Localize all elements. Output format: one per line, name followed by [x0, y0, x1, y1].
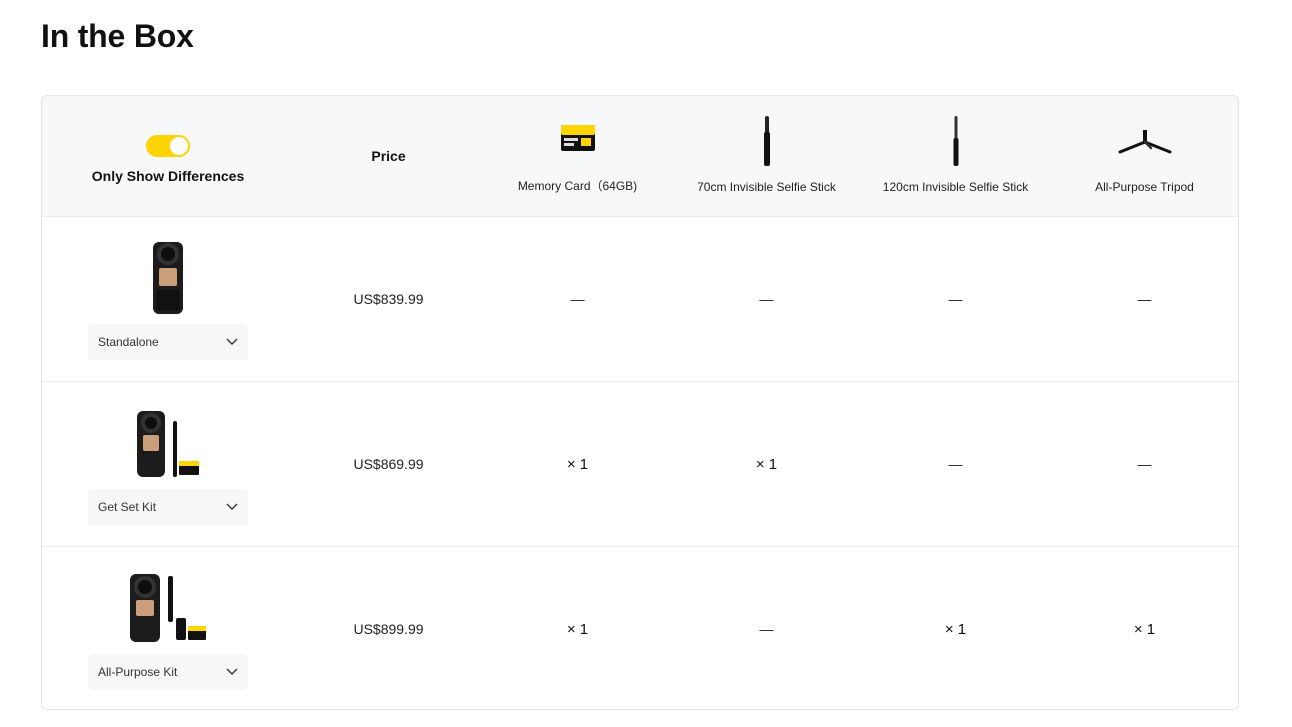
- price-header-cell: Price: [294, 96, 483, 216]
- toggle-label: Only Show Differences: [91, 167, 245, 184]
- product-label: 120cm Invisible Selfie Stick: [882, 180, 1029, 194]
- bundle-select-value: Get Set Kit: [98, 500, 157, 514]
- included-quantity: × 1: [755, 455, 778, 473]
- header-selfie-stick-70: 70cm Invisible Selfie Stick: [672, 96, 861, 216]
- header-memory-card: Memory Card（64GB): [483, 96, 672, 216]
- product-label: Memory Card（64GB): [517, 179, 638, 193]
- bundle-cell: All-Purpose Kit: [42, 547, 294, 709]
- not-included-mark: —: [1137, 291, 1152, 307]
- memory-card-icon: [560, 111, 595, 165]
- bundle-select[interactable]: Standalone: [88, 324, 248, 360]
- included-quantity: × 1: [566, 620, 589, 638]
- chevron-down-icon: [226, 500, 238, 514]
- bundle-select-value: All-Purpose Kit: [98, 665, 178, 679]
- tripod-icon: [1118, 114, 1172, 168]
- chevron-down-icon: [226, 335, 238, 349]
- table-row: Standalone US$839.99 — — — —: [42, 217, 1238, 382]
- included-quantity: × 1: [1133, 620, 1156, 638]
- not-included-mark: —: [948, 291, 963, 307]
- header-selfie-stick-120: 120cm Invisible Selfie Stick: [861, 96, 1050, 216]
- not-included-mark: —: [1137, 456, 1152, 472]
- product-label: All-Purpose Tripod: [1095, 180, 1194, 194]
- camera-get-set-kit-image: [135, 403, 201, 479]
- table-header: Only Show Differences Price Memory Card（…: [42, 96, 1238, 217]
- price-header: Price: [371, 148, 406, 164]
- price-value: US$839.99: [353, 291, 424, 307]
- price-value: US$899.99: [353, 621, 424, 637]
- not-included-mark: —: [759, 621, 774, 637]
- header-tripod: All-Purpose Tripod: [1050, 96, 1238, 216]
- difference-toggle-cell: Only Show Differences: [42, 96, 294, 216]
- comparison-table: Only Show Differences Price Memory Card（…: [41, 95, 1239, 710]
- not-included-mark: —: [570, 291, 585, 307]
- camera-standalone-image: [152, 238, 184, 314]
- bundle-cell: Standalone: [42, 217, 294, 381]
- selfie-stick-120-icon: [951, 114, 961, 168]
- bundle-cell: Get Set Kit: [42, 382, 294, 546]
- included-quantity: × 1: [566, 455, 589, 473]
- included-quantity: × 1: [944, 620, 967, 638]
- table-row: Get Set Kit US$869.99 × 1 × 1 — —: [42, 382, 1238, 547]
- not-included-mark: —: [948, 456, 963, 472]
- not-included-mark: —: [759, 291, 774, 307]
- page-title: In the Box: [41, 18, 194, 54]
- product-label: 70cm Invisible Selfie Stick: [697, 180, 836, 194]
- camera-all-purpose-kit-image: [128, 568, 208, 644]
- bundle-select-value: Standalone: [98, 335, 159, 349]
- price-value: US$869.99: [353, 456, 424, 472]
- bundle-select[interactable]: All-Purpose Kit: [88, 654, 248, 690]
- table-row: All-Purpose Kit US$899.99 × 1 — × 1 × 1: [42, 547, 1238, 709]
- selfie-stick-70-icon: [761, 114, 773, 168]
- only-differences-toggle[interactable]: [146, 134, 190, 157]
- bundle-select[interactable]: Get Set Kit: [88, 489, 248, 525]
- chevron-down-icon: [226, 665, 238, 679]
